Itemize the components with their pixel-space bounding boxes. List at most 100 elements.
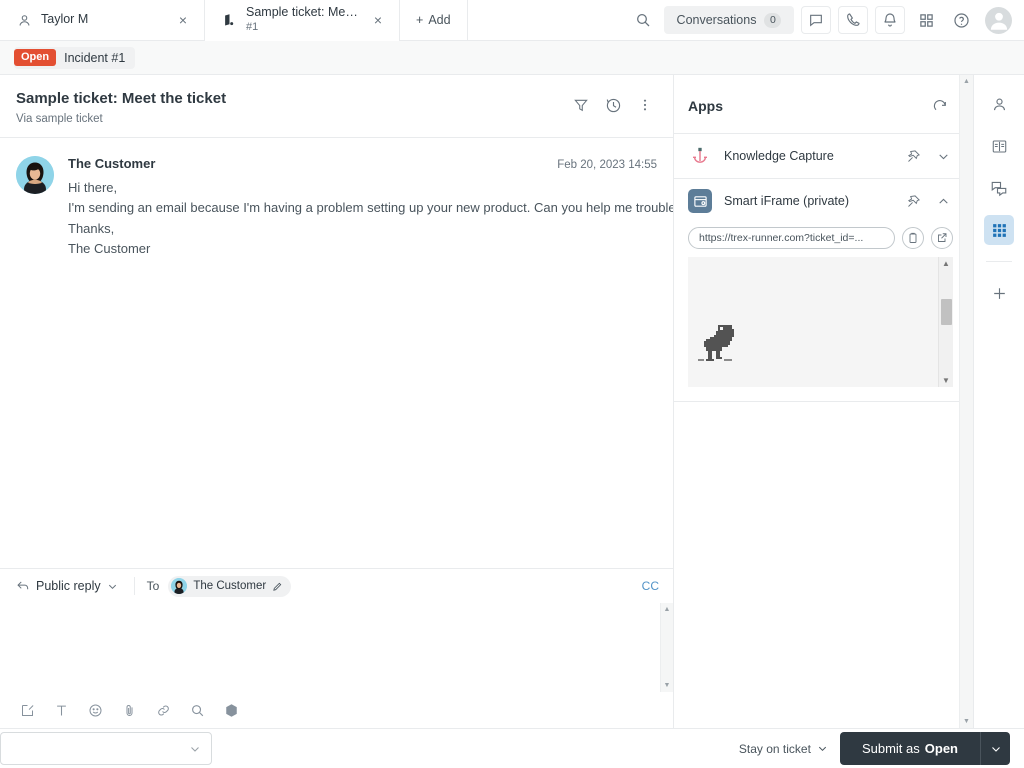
link-icon[interactable]: [150, 697, 176, 723]
scroll-down-icon[interactable]: ▼: [963, 718, 970, 725]
external-link-icon[interactable]: [931, 227, 953, 249]
topbar-spacer: [467, 0, 625, 40]
attachment-icon[interactable]: [116, 697, 142, 723]
emoji-icon[interactable]: [82, 697, 108, 723]
page-title: Sample ticket: Meet the ticket: [16, 90, 227, 107]
message-line: The Customer: [68, 241, 151, 257]
composer-scrollbar[interactable]: ▲ ▼: [660, 603, 673, 692]
pin-icon[interactable]: [903, 191, 923, 211]
chevron-up-icon[interactable]: [933, 191, 953, 211]
main-row: Sample ticket: Meet the ticket Via sampl…: [0, 75, 1024, 728]
reply-composer: Public reply To The Customer CC ▲ ▼: [0, 568, 673, 728]
clipboard-icon[interactable]: [902, 227, 924, 249]
tab-subtitle: #1: [246, 20, 259, 33]
app-actions: [903, 146, 953, 166]
bell-icon[interactable]: [875, 6, 905, 34]
rail-item-conversations[interactable]: [984, 173, 1014, 203]
rail-item-knowledge[interactable]: [984, 131, 1014, 161]
message-body: The Customer Feb 20, 2023 14:55 Hi there…: [68, 156, 673, 260]
stay-on-ticket-dropdown[interactable]: Stay on ticket: [739, 742, 828, 756]
message-timestamp: Feb 20, 2023 14:55: [557, 158, 657, 171]
close-icon[interactable]: ×: [367, 9, 389, 31]
divider: [986, 261, 1012, 262]
composer-toolbar: [0, 692, 673, 728]
rail-item-apps[interactable]: [984, 215, 1014, 245]
ticket-header: Sample ticket: Meet the ticket Via sampl…: [0, 75, 673, 138]
recipient-name: The Customer: [193, 580, 267, 592]
filter-icon[interactable]: [567, 91, 595, 119]
iframe-scrollbar[interactable]: ▲ ▼: [938, 257, 953, 387]
rail-add-app-button[interactable]: [984, 278, 1014, 308]
message-meta: The Customer Feb 20, 2023 14:55: [68, 156, 657, 171]
chat-bubble-icon[interactable]: [801, 6, 831, 34]
app-cube-icon[interactable]: [218, 697, 244, 723]
chevron-down-icon[interactable]: [933, 146, 953, 166]
message-line: I'm sending an email because I'm having …: [68, 200, 673, 216]
bottom-action-bar: Stay on ticket Submit as Open: [0, 728, 1024, 768]
message-text: Hi there, I'm sending an email because I…: [68, 178, 673, 260]
scroll-down-icon[interactable]: ▼: [942, 374, 950, 387]
avatar: [16, 155, 54, 194]
status-group: Open Incident #1: [14, 46, 136, 69]
chevron-down-icon: [817, 743, 828, 754]
app-actions: [903, 191, 953, 211]
reply-input[interactable]: [0, 603, 673, 692]
rail-item-customer-context[interactable]: [984, 89, 1014, 119]
submit-button[interactable]: Submit as Open: [839, 732, 980, 765]
to-label: To: [146, 579, 160, 593]
cc-button[interactable]: CC: [642, 579, 659, 593]
anchor-icon: [688, 144, 712, 168]
chevron-down-icon: [189, 743, 201, 755]
ticket-source: Via sample ticket: [16, 112, 103, 125]
submit-prefix: Submit as: [861, 741, 920, 756]
iframe-url-input[interactable]: https://trex-runner.com?ticket_id=...: [688, 227, 895, 249]
tab-sample-ticket[interactable]: Sample ticket: Meet the ... #1 ×: [205, 0, 400, 41]
phone-icon[interactable]: [838, 6, 868, 34]
user-avatar-icon[interactable]: [985, 6, 1012, 34]
apps-panel-scrollbar[interactable]: ▲ ▼: [959, 75, 973, 728]
app-row-smart-iframe[interactable]: Smart iFrame (private): [674, 178, 973, 223]
text-format-icon[interactable]: [48, 697, 74, 723]
help-circle-icon[interactable]: [947, 6, 975, 34]
macro-select[interactable]: [0, 732, 212, 765]
history-icon[interactable]: [599, 91, 627, 119]
search-icon[interactable]: [629, 6, 657, 34]
plus-icon: +: [416, 13, 424, 27]
submit-options-chevron-down-icon[interactable]: [980, 732, 1010, 765]
pin-icon[interactable]: [903, 146, 923, 166]
tab-title: Taylor M: [41, 12, 89, 27]
conversations-count: 0: [764, 12, 782, 28]
rich-text-icon[interactable]: [14, 697, 40, 723]
edit-icon[interactable]: [272, 581, 283, 592]
scrollbar-thumb[interactable]: [941, 299, 952, 325]
tab-taylor-m[interactable]: Taylor M ×: [0, 0, 205, 40]
scroll-up-icon[interactable]: ▲: [942, 257, 950, 270]
search-icon[interactable]: [184, 697, 210, 723]
close-icon[interactable]: ×: [172, 9, 194, 31]
tab-label-group: Sample ticket: Meet the ... #1: [246, 5, 358, 34]
apps-grid-icon[interactable]: [912, 6, 940, 34]
recipient-chip[interactable]: The Customer: [168, 575, 292, 597]
ticket-status-bar: Open Incident #1: [0, 41, 1024, 75]
top-tab-bar: Taylor M × Sample ticket: Meet the ... #…: [0, 0, 1024, 41]
status-badge: Open: [14, 49, 57, 66]
message-line: Thanks,: [68, 220, 115, 236]
apps-header: Apps: [674, 75, 973, 133]
refresh-icon[interactable]: [927, 93, 953, 119]
conversations-button[interactable]: Conversations 0: [664, 6, 794, 34]
submit-group: Submit as Open: [839, 732, 1010, 765]
app-row-knowledge-capture[interactable]: Knowledge Capture: [674, 133, 973, 178]
reply-type-dropdown[interactable]: Public reply: [12, 576, 122, 596]
message-item: The Customer Feb 20, 2023 14:55 Hi there…: [16, 155, 673, 260]
scroll-up-icon[interactable]: ▲: [963, 78, 970, 85]
ticket-title-group: Sample ticket: Meet the ticket Via sampl…: [16, 89, 226, 125]
agent-workspace: Taylor M × Sample ticket: Meet the ... #…: [0, 0, 1024, 768]
browser-window-icon: [688, 189, 712, 213]
smart-iframe-content[interactable]: ▲ ▼: [688, 257, 953, 387]
more-icon[interactable]: [631, 91, 659, 119]
stay-on-ticket-label: Stay on ticket: [738, 741, 811, 756]
trex-runner-dino: [694, 321, 738, 365]
scroll-down-icon[interactable]: ▼: [664, 682, 671, 689]
scroll-up-icon[interactable]: ▲: [664, 606, 671, 613]
add-tab-button[interactable]: + Add: [400, 0, 468, 40]
